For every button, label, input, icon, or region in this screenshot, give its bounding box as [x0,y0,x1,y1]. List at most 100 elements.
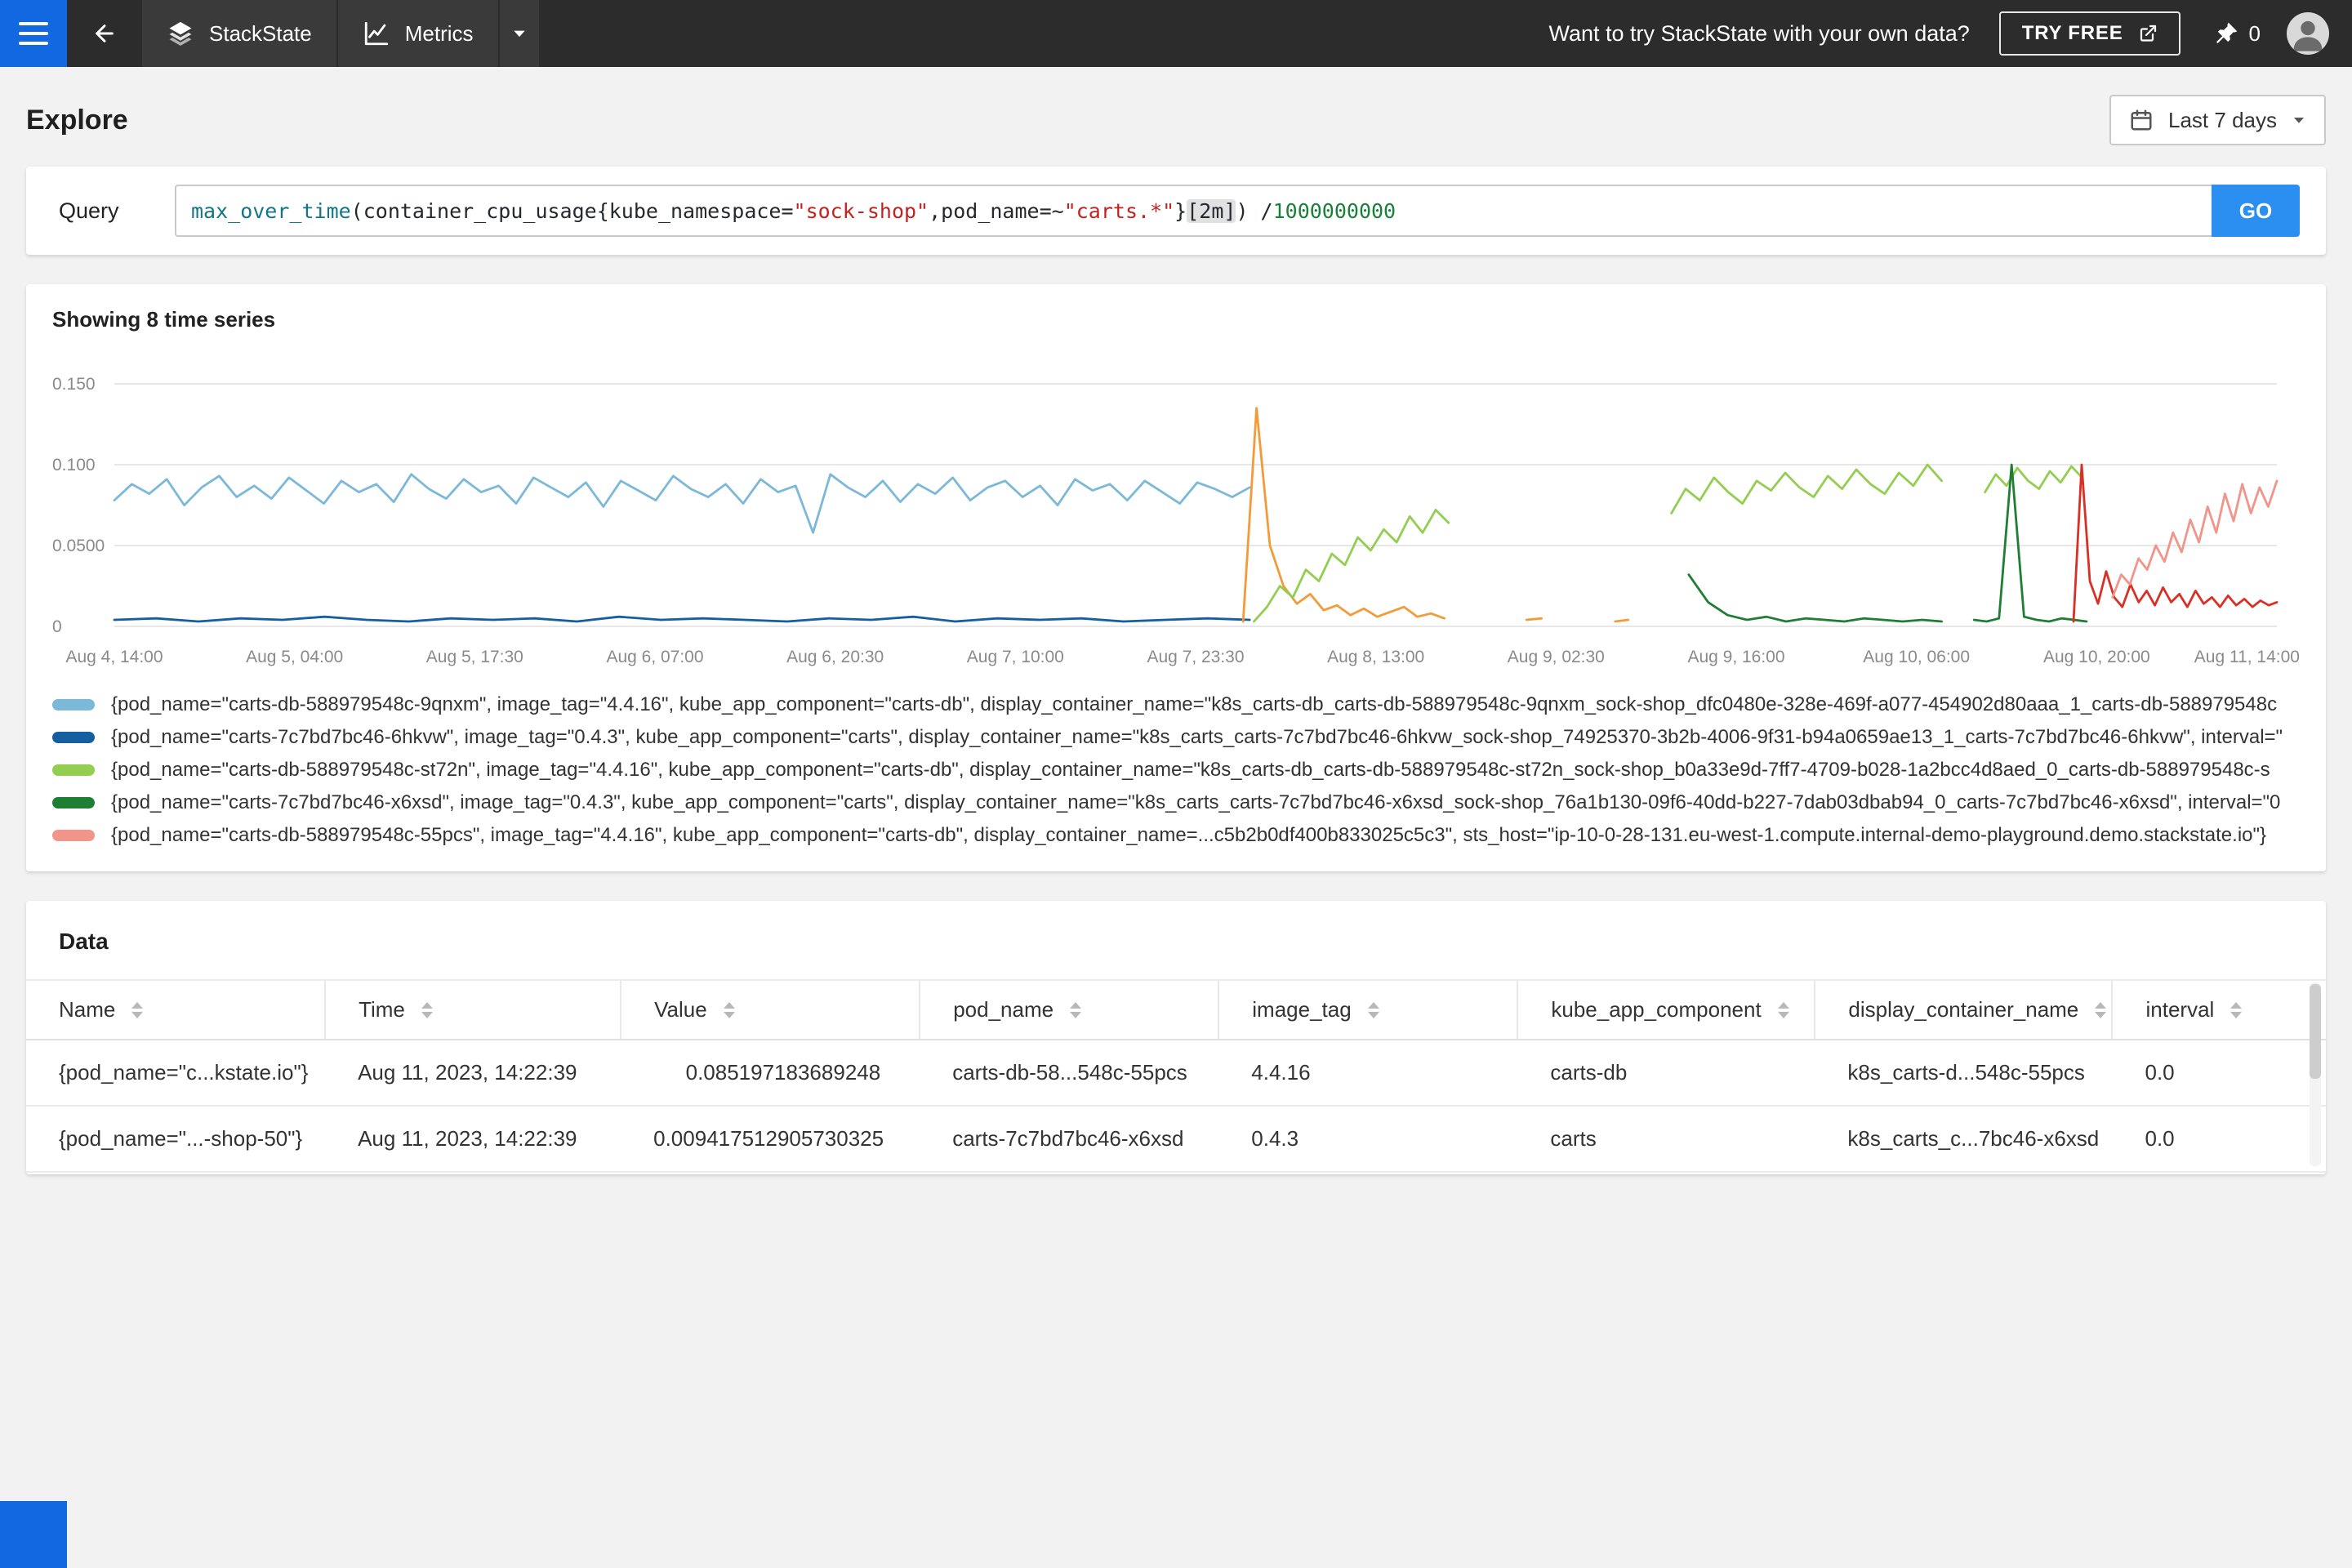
sort-icon[interactable] [1367,1001,1379,1018]
promo-text: Want to try StackState with your own dat… [1548,20,1970,46]
column-label: interval [2145,997,2215,1022]
column-label: Time [359,997,405,1022]
legend-item[interactable]: {pod_name="carts-db-588979548c-st72n", i… [52,754,2300,786]
pin-icon [2213,20,2239,47]
external-link-icon [2138,24,2158,43]
series-carts-db-588979548c-st72n [1984,465,2084,494]
svg-text:Aug 7, 10:00: Aug 7, 10:00 [967,648,1064,666]
column-header-image-tag[interactable]: image_tag [1218,979,1518,1040]
person-icon [2287,12,2329,55]
metrics-label: Metrics [404,20,474,46]
query-token: kube_namespace= [608,198,794,223]
sort-icon[interactable] [421,1001,433,1018]
series-carts-db-588979548c-red [2072,463,2278,623]
svg-text:0: 0 [52,617,62,636]
legend-label: {pod_name="carts-db-588979548c-9qnxm", i… [111,693,2278,715]
table-header-row: Name Time Value pod_name image_tag kube_app_c… [26,979,2326,1040]
app-viewport: StackState Metrics Want to try StackStat… [0,0,2352,1568]
try-free-label: TRY FREE [2021,22,2123,44]
legend-label: {pod_name="carts-7c7bd7bc46-6hkvw", imag… [111,726,2283,748]
nav-metrics[interactable]: Metrics [337,0,500,67]
column-header-interval[interactable]: interval [2111,979,2326,1040]
series-carts-7c7bd7bc46-6hkvw [113,615,1251,623]
cell-interval: 0.0 [2112,1106,2326,1173]
series-carts-7c7bd7bc46-x6xsd [1687,573,1944,623]
query-token: "sock-shop" [793,198,929,223]
series-carts-db-588979548c-st72n [1670,463,1944,514]
back-button[interactable] [67,0,142,67]
legend-swatch-icon [52,699,95,710]
calendar-icon [2129,108,2154,132]
hamburger-menu-button[interactable] [0,0,67,67]
time-series-chart[interactable]: 0.150 0.100 0.0500 0Aug 4, 14:00 Aug 5, 04:0… [52,349,2300,675]
cell-pod-name: carts-db-58...548c-55pcs [920,1040,1219,1107]
cell-time: Aug 11, 2023, 14:22:39 [325,1040,621,1107]
cell-name: {pod_name="...-shop-50"} [26,1106,326,1173]
sort-icon[interactable] [723,1001,735,1018]
query-input[interactable]: max_over_time (container_cpu_usage{kube_n… [175,185,2212,237]
nav-stackstate[interactable]: StackState [142,0,338,67]
svg-text:Aug 6, 20:30: Aug 6, 20:30 [786,648,884,666]
query-token: max_over_time [191,198,351,223]
column-header-pod-name[interactable]: pod_name [919,979,1219,1040]
pin-count-badge: 0 [2248,20,2261,46]
column-label: pod_name [953,997,1054,1022]
series-carts-7c7bd7bc46-x6xsd [1972,463,2088,623]
svg-text:Aug 5, 04:00: Aug 5, 04:00 [246,648,343,666]
query-token: "carts.*" [1063,198,1175,223]
cell-kube-app-component: carts-db [1517,1040,1815,1107]
column-header-display-container-name[interactable]: display_container_name [1814,979,2113,1040]
svg-text:Aug 10, 20:00: Aug 10, 20:00 [2043,648,2150,666]
chart-panel: Showing 8 time series 0.150 0.100 0.0500 0 A… [26,284,2326,871]
svg-text:Aug 9, 02:30: Aug 9, 02:30 [1508,648,1605,666]
try-free-button[interactable]: TRY FREE [1998,11,2180,56]
sort-icon[interactable] [2095,1001,2107,1018]
stackstate-logo-icon [167,20,194,47]
arrow-left-icon [91,20,118,47]
svg-text:0.150: 0.150 [52,375,96,394]
table-row[interactable]: {pod_name="...-shop-50"} Aug 11, 2023, 14… [26,1106,2326,1173]
go-button[interactable]: GO [2212,185,2300,237]
time-range-selector[interactable]: Last 7 days [2109,95,2326,145]
cell-name: {pod_name="c...kstate.io"} [26,1040,326,1107]
pin-button[interactable]: 0 [2213,20,2261,47]
query-label: Query [59,198,119,223]
bottom-left-menu-button[interactable] [0,1501,67,1568]
column-header-value[interactable]: Value [620,979,920,1040]
series-carts-db-588979548c-55pcs [2111,479,2278,599]
query-panel: Query max_over_time (container_cpu_usage{… [26,167,2326,255]
column-header-name[interactable]: Name [26,979,326,1040]
table-row[interactable]: {pod_name="c...kstate.io"} Aug 11, 2023, … [26,1040,2326,1107]
data-table-wrap: Name Time Value pod_name image_tag kube_app_c… [26,979,2326,1173]
legend-item[interactable]: {pod_name="carts-7c7bd7bc46-6hkvw", imag… [52,721,2300,754]
cell-image-tag: 4.4.16 [1218,1040,1518,1107]
sort-icon[interactable] [1070,1001,1082,1018]
legend-item[interactable]: {pod_name="carts-7c7bd7bc46-x6xsd", imag… [52,786,2300,819]
svg-text:Aug 5, 17:30: Aug 5, 17:30 [426,648,523,666]
user-avatar[interactable] [2287,12,2329,55]
column-header-time[interactable]: Time [324,979,621,1040]
column-header-kube-app-component[interactable]: kube_app_component [1517,979,1815,1040]
table-scrollbar[interactable] [2310,982,2321,1166]
query-token: [2m] [1187,198,1236,223]
series-carts-db-588979548c-sorange [1614,618,1629,623]
svg-text:Aug 6, 07:00: Aug 6, 07:00 [606,648,703,666]
cell-value: 0.085197183689248 [621,1040,920,1107]
cell-kube-app-component: carts [1517,1106,1815,1173]
chart-legend: {pod_name="carts-db-588979548c-9qnxm", i… [52,688,2300,852]
query-token: , [929,198,942,223]
legend-item[interactable]: {pod_name="carts-db-588979548c-9qnxm", i… [52,688,2300,721]
sort-icon[interactable] [2230,1001,2243,1018]
query-token: 1000000000 [1272,198,1396,223]
metrics-dropdown-caret[interactable] [499,0,539,67]
table-scrollbar-thumb[interactable] [2310,984,2321,1079]
metrics-chart-icon [363,20,390,47]
svg-text:Aug 4, 14:00: Aug 4, 14:00 [65,648,163,666]
sort-icon[interactable] [131,1001,144,1018]
topbar: StackState Metrics Want to try StackStat… [0,0,2352,67]
svg-text:0.100: 0.100 [52,456,96,474]
svg-text:Aug 11, 14:00: Aug 11, 14:00 [2194,648,2300,666]
legend-item[interactable]: {pod_name="carts-db-588979548c-55pcs", i… [52,819,2300,852]
sort-icon[interactable] [1777,1001,1789,1018]
cell-display-container-name: k8s_carts_c...7bc46-x6xsd [1815,1106,2113,1173]
